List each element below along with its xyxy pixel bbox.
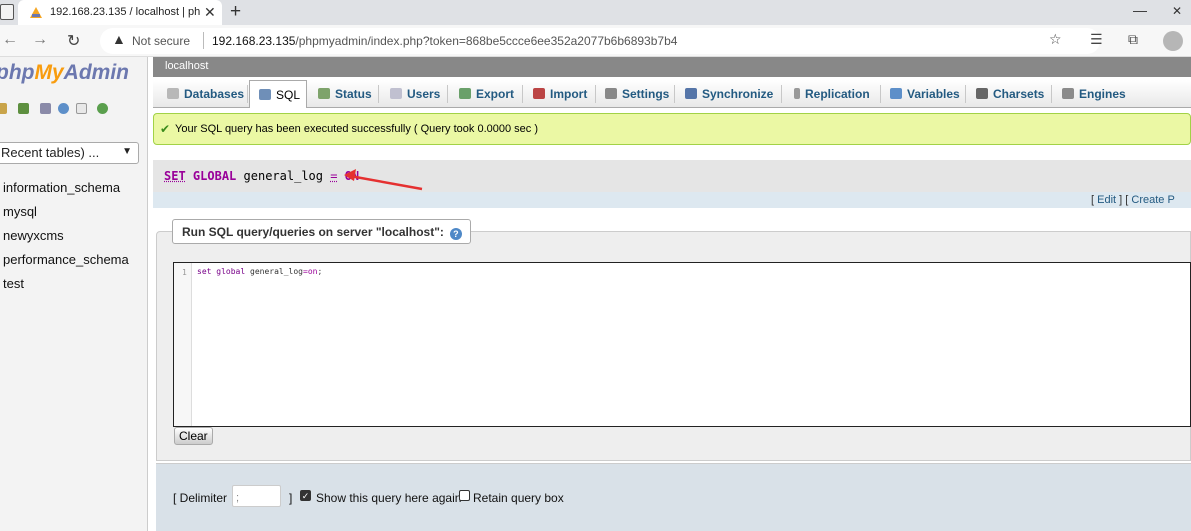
tab-settings[interactable]: Settings [605, 80, 669, 108]
logout-icon[interactable] [18, 103, 29, 114]
sql-editor-code[interactable]: set global general_log=on; [197, 267, 322, 276]
global-keyword: GLOBAL [192, 169, 237, 183]
phpmyadmin-favicon-icon [30, 7, 42, 18]
query-actions-bar: [ Edit ] [ Create P [153, 192, 1191, 208]
retain-query-box-checkbox[interactable] [459, 490, 470, 501]
tab-import[interactable]: Import [533, 80, 587, 108]
delimiter-input[interactable] [232, 485, 281, 507]
not-secure-warning-icon[interactable]: ▲ [112, 31, 126, 47]
sql-editor[interactable]: 1 set global general_log=on; [173, 262, 1191, 427]
window-close-button[interactable]: ✕ [1172, 4, 1182, 18]
check-icon: ✔ [160, 122, 171, 136]
collections-icon[interactable]: ⧉ [1128, 31, 1138, 48]
query-options-bar: [ Delimiter ] ✓ Show this query here aga… [156, 463, 1191, 531]
export-icon [459, 88, 471, 99]
reload-navigation-icon[interactable] [97, 103, 108, 114]
new-tab-button[interactable]: + [230, 1, 241, 23]
set-keyword[interactable]: SET [164, 169, 186, 183]
show-query-again-label: Show this query here again [316, 491, 462, 505]
profile-avatar[interactable] [1163, 31, 1183, 51]
replication-icon [794, 88, 800, 99]
database-item[interactable]: mysql [3, 204, 37, 219]
tab-replication[interactable]: Replication [794, 80, 870, 108]
browser-tab-strip: 192.168.23.135 / localhost | phpM ✕ + — … [0, 0, 1191, 25]
tab-engines[interactable]: Engines [1062, 80, 1126, 108]
query-links: [ Edit ] [ Create P [1091, 194, 1175, 206]
sql-icon [259, 89, 271, 100]
charsets-icon [976, 88, 988, 99]
delimiter-close: ] [289, 491, 293, 505]
executed-query: SET GLOBAL general_log = ON [153, 160, 1191, 192]
query-identifier: general_log [243, 169, 323, 183]
show-query-again-checkbox[interactable]: ✓ [300, 490, 311, 501]
sql-query-legend: Run SQL query/queries on server "localho… [172, 219, 471, 244]
synchronize-icon [685, 88, 697, 99]
server-breadcrumb: localhost [153, 57, 1191, 77]
tab-title: 192.168.23.135 / localhost | phpM [50, 6, 200, 18]
tab-export[interactable]: Export [459, 80, 514, 108]
database-item[interactable]: performance_schema [3, 252, 129, 267]
help-icon[interactable]: ? [449, 228, 462, 240]
red-arrow-annotation [344, 169, 423, 191]
query-operator: = [330, 169, 338, 183]
executed-query-text: SET GLOBAL general_log = ON [164, 169, 359, 183]
tab-databases[interactable]: Databases [167, 80, 244, 108]
server-link[interactable]: localhost [165, 60, 208, 72]
main-tabs: Databases SQL Status Users Export Import… [153, 80, 1191, 108]
window-minimize-button[interactable]: — [1133, 2, 1147, 18]
url-text: 192.168.23.135/phpmyadmin/index.php?toke… [212, 34, 677, 48]
not-secure-label: Not secure [132, 34, 191, 48]
tab-synchronize[interactable]: Synchronize [685, 80, 773, 108]
chevron-down-icon: ▼ [122, 146, 132, 157]
tab-actions-button[interactable] [0, 4, 14, 20]
users-icon [390, 88, 402, 99]
success-message: ✔ Your SQL query has been executed succe… [153, 113, 1191, 145]
import-icon [533, 88, 545, 99]
browser-toolbar: ← → ↻ ▲ Not secure 192.168.23.135/phpmya… [0, 25, 1191, 57]
tab-sql[interactable]: SQL [249, 80, 307, 108]
phpmyadmin-logo[interactable]: phpMyAdmin [0, 61, 129, 85]
status-icon [318, 88, 330, 99]
wrench-icon [605, 88, 617, 99]
clear-button[interactable]: Clear [174, 427, 213, 445]
tab-close-icon[interactable]: ✕ [204, 4, 216, 21]
recent-tables-select[interactable]: Recent tables) ... ▼ [0, 142, 139, 164]
database-item[interactable]: information_schema [3, 180, 120, 195]
tab-status[interactable]: Status [318, 80, 372, 108]
tab-charsets[interactable]: Charsets [976, 80, 1044, 108]
retain-query-box-label: Retain query box [473, 491, 564, 505]
browser-tab[interactable]: 192.168.23.135 / localhost | phpM ✕ [18, 0, 222, 25]
back-button[interactable]: ← [2, 31, 18, 49]
navigation-panel: phpMyAdmin Recent tables) ...▼ informati… [0, 57, 148, 531]
tab-variables[interactable]: Variables [890, 80, 960, 108]
url-path: /phpmyadmin/index.php?token=868be5ccce6e… [295, 34, 678, 48]
create-php-code-link[interactable]: Create P [1131, 194, 1174, 206]
query-window-icon[interactable] [40, 103, 51, 114]
edit-link[interactable]: Edit [1097, 194, 1116, 206]
address-separator [203, 32, 204, 49]
reload-button[interactable]: ↻ [67, 31, 80, 51]
documentation-icon[interactable] [58, 103, 69, 114]
favorites-star-icon[interactable]: ☆ [1049, 31, 1062, 48]
variables-icon [890, 88, 902, 99]
database-item[interactable]: newyxcms [3, 228, 64, 243]
address-bar[interactable]: ▲ Not secure 192.168.23.135/phpmyadmin/i… [100, 28, 1100, 54]
favorites-list-icon[interactable]: ☰ [1090, 31, 1103, 48]
line-gutter: 1 [174, 263, 192, 426]
database-item[interactable]: test [3, 276, 24, 291]
engines-icon [1062, 88, 1074, 99]
tab-users[interactable]: Users [390, 80, 440, 108]
forward-button[interactable]: → [32, 31, 48, 49]
databases-icon [167, 88, 179, 99]
delimiter-label: [ Delimiter [173, 491, 228, 505]
settings-page-icon[interactable] [76, 103, 87, 114]
url-host: 192.168.23.135 [212, 34, 296, 48]
success-text: Your SQL query has been executed success… [175, 123, 538, 135]
home-icon[interactable] [0, 103, 7, 114]
